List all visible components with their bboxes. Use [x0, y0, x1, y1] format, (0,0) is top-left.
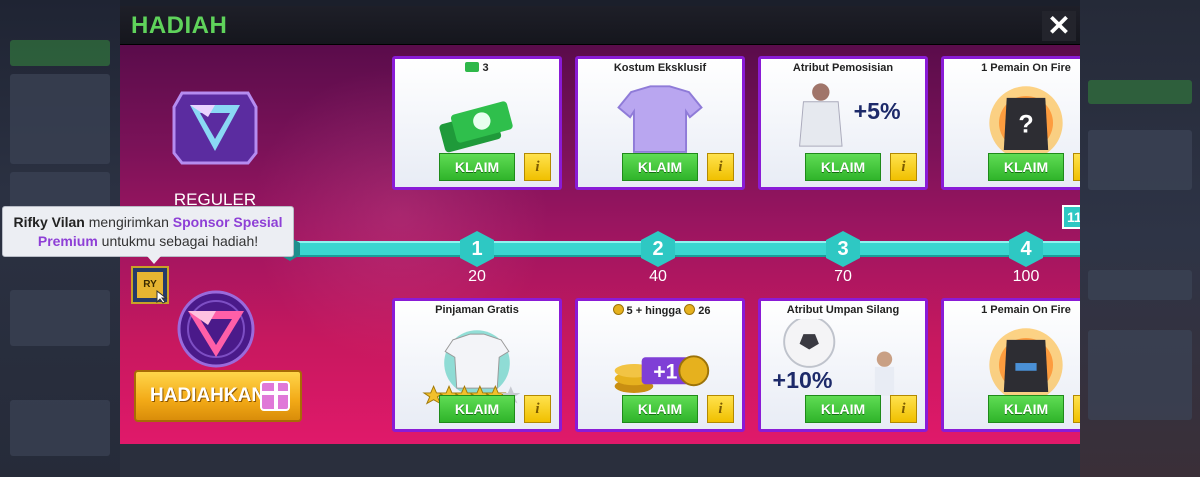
reward-title: Kostum Eksklusif [613, 62, 707, 74]
premium-reward-card-3: Atribut Umpan Silang +10% KLAIM i [758, 298, 928, 432]
coin-bonus-text: +1 [653, 360, 677, 383]
reward-title: 5 + hingga 26 [578, 304, 742, 317]
reward-title: 3 [395, 62, 559, 74]
claim-button[interactable]: KLAIM [439, 395, 515, 423]
coin-icon [684, 304, 696, 315]
premium-reward-card-4: 1 Pemain On Fire KLAIM i [941, 298, 1080, 432]
info-button[interactable]: i [1073, 395, 1080, 423]
reward-title: Pinjaman Gratis [435, 304, 519, 316]
regular-reward-card-4: 1 Pemain On Fire ? KLAIM i [941, 56, 1080, 190]
milestone-4: 4 [1009, 231, 1043, 267]
milestone-3: 3 [826, 231, 860, 267]
modal-title: HADIAH [131, 12, 228, 39]
premium-tier-badge-icon [177, 290, 255, 368]
sender-name: Rifky Vilan [13, 214, 85, 230]
gift-button[interactable]: HADIAHKAN [134, 370, 302, 422]
coin-icon [612, 304, 624, 315]
background-right-panel [1080, 0, 1200, 477]
claim-button[interactable]: KLAIM [988, 153, 1064, 181]
next-milestone-badge: 11 [1062, 205, 1080, 229]
svg-text:?: ? [1018, 111, 1033, 139]
regular-reward-card-2: Kostum Eksklusif KLAIM i [575, 56, 745, 190]
reward-title: 1 Pemain On Fire [981, 62, 1071, 74]
premium-reward-card-1: Pinjaman Gratis KLAIM i [392, 298, 562, 432]
claim-button[interactable]: KLAIM [988, 395, 1064, 423]
claim-button[interactable]: KLAIM [805, 153, 881, 181]
info-button[interactable]: i [890, 395, 917, 423]
gift-button-label: HADIAHKAN [150, 385, 266, 406]
regular-reward-card-3: Atribut Pemosisian +5% KLAIM i [758, 56, 928, 190]
info-button[interactable]: i [524, 395, 551, 423]
pointer-icon [156, 290, 168, 304]
claim-button[interactable]: KLAIM [622, 153, 698, 181]
reward-title: Atribut Pemosisian [792, 62, 894, 74]
cash-icon [465, 62, 480, 72]
claim-button[interactable]: KLAIM [805, 395, 881, 423]
info-button[interactable]: i [707, 153, 734, 181]
claim-button[interactable]: KLAIM [439, 153, 515, 181]
premium-reward-card-2: 5 + hingga 26 +1 KLAIM i [575, 298, 745, 432]
info-button[interactable]: i [1073, 153, 1080, 181]
milestone-4-value: 100 [1012, 268, 1040, 285]
milestone-3-value: 70 [834, 268, 852, 285]
regular-reward-card-1: 3 KLAIM i [392, 56, 562, 190]
regular-tier-badge-icon [172, 91, 258, 165]
reward-title: 1 Pemain On Fire [981, 304, 1071, 316]
gift-box-icon [260, 381, 290, 411]
attribute-bonus-text: +10% [773, 367, 833, 393]
info-button[interactable]: i [707, 395, 734, 423]
progress-track [280, 241, 1080, 257]
milestone-2-value: 40 [649, 268, 667, 285]
reward-title: Atribut Umpan Silang [786, 304, 900, 316]
info-button[interactable]: i [890, 153, 917, 181]
milestone-2: 2 [641, 231, 675, 267]
close-button[interactable]: ✕ [1042, 11, 1076, 41]
info-button[interactable]: i [524, 153, 551, 181]
claim-button[interactable]: KLAIM [622, 395, 698, 423]
milestone-1-value: 20 [468, 268, 486, 285]
modal-header: HADIAH ✕ [120, 6, 1080, 45]
attribute-bonus-text: +5% [854, 98, 901, 124]
gift-notification-tooltip: Rifky Vilan mengirimkan Sponsor Spesial … [2, 206, 294, 264]
